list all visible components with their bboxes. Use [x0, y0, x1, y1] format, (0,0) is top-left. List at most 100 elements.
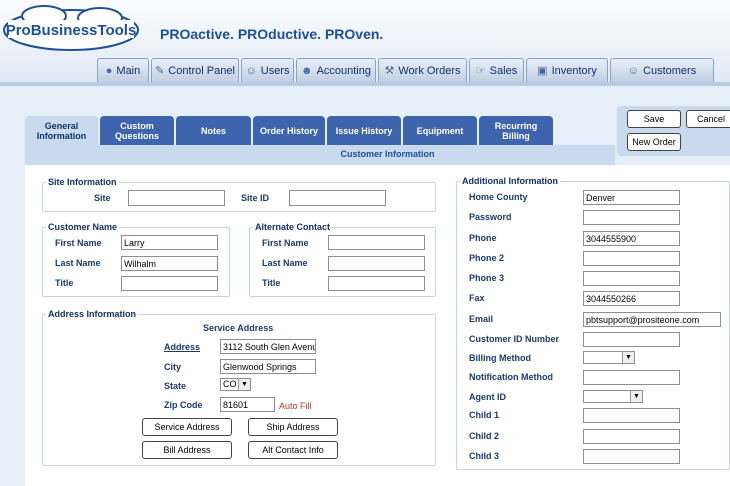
city-label: City: [164, 362, 182, 372]
city-input[interactable]: Glenwood Springs: [220, 359, 316, 374]
title-label: Title: [55, 278, 74, 288]
billing-method-select[interactable]: ▼: [583, 351, 635, 364]
state-value: CO: [223, 379, 237, 389]
nav-label: Accounting: [316, 64, 371, 77]
nav-customers[interactable]: ☺ Customers: [610, 58, 714, 82]
home-county-label: Home County: [469, 192, 528, 202]
logo-text: ProBusinessTools: [6, 22, 137, 39]
customer-name-legend: Customer Name: [46, 222, 120, 232]
child2-label: Child 2: [469, 431, 500, 441]
site-id-input[interactable]: [289, 190, 386, 206]
state-label: State: [164, 381, 187, 391]
alt-last-name-input[interactable]: [328, 256, 425, 271]
site-info-legend: Site Information: [46, 177, 119, 187]
box-icon: ▣: [537, 65, 548, 77]
nav-label: Customers: [643, 64, 697, 77]
service-address-button[interactable]: Service Address: [142, 418, 232, 436]
address-input[interactable]: 3112 South Glen Avenu: [220, 339, 316, 354]
notification-method-input[interactable]: [583, 370, 680, 385]
hand-icon: ☞: [475, 65, 486, 77]
pencil-icon: ✎: [155, 65, 165, 77]
agent-id-select[interactable]: ▼: [583, 390, 643, 403]
main-nav: ● Main ✎ Control Panel ☺ Users ☻ Accounting …: [97, 58, 714, 83]
title-input[interactable]: [121, 276, 218, 291]
notification-method-label: Notification Method: [469, 372, 553, 382]
zip-label: Zip Code: [164, 400, 203, 410]
service-address-title: Service Address: [203, 323, 274, 333]
nav-work-orders[interactable]: ⚒ Work Orders: [378, 58, 467, 82]
zip-input[interactable]: 81601: [220, 397, 275, 412]
nav-label: Control Panel: [168, 64, 235, 77]
alt-title-input[interactable]: [328, 276, 425, 291]
auto-fill-link[interactable]: Auto Fill: [279, 401, 312, 411]
additional-info-legend: Additional Information: [460, 176, 560, 186]
chevron-down-icon: ▼: [630, 391, 642, 402]
billing-method-label: Billing Method: [469, 353, 531, 363]
tagline: PROactive. PROductive. PROven.: [160, 26, 384, 42]
tab-general-information[interactable]: General Information: [25, 116, 98, 145]
bill-address-button[interactable]: Bill Address: [142, 441, 232, 459]
email-label: Email: [469, 314, 494, 324]
tab-notes[interactable]: Notes: [176, 116, 251, 145]
last-name-input[interactable]: Wilhalm: [121, 256, 218, 271]
fax-label: Fax: [469, 293, 485, 303]
first-name-label: First Name: [55, 238, 102, 248]
tab-equipment[interactable]: Equipment: [403, 116, 477, 145]
first-name-input[interactable]: Larry: [121, 235, 218, 250]
address-link[interactable]: Address: [164, 342, 200, 352]
email-input[interactable]: pbtsupport@prositeone.com: [583, 312, 721, 327]
phone2-label: Phone 2: [469, 253, 505, 263]
alt-last-name-label: Last Name: [262, 258, 308, 268]
phone3-label: Phone 3: [469, 273, 505, 283]
ship-address-button[interactable]: Ship Address: [248, 418, 338, 436]
alt-first-name-input[interactable]: [328, 235, 425, 250]
phone3-input[interactable]: [583, 271, 680, 286]
person-icon: ☻: [300, 64, 313, 77]
nav-sales[interactable]: ☞ Sales: [469, 58, 524, 82]
wrench-icon: ⚒: [384, 65, 395, 77]
globe-icon: ●: [105, 64, 113, 77]
nav-label: Inventory: [551, 64, 597, 77]
nav-inventory[interactable]: ▣ Inventory: [526, 58, 608, 82]
alt-title-label: Title: [262, 278, 281, 288]
child1-input[interactable]: [583, 408, 680, 423]
state-select[interactable]: CO ▼: [220, 378, 251, 391]
child3-label: Child 3: [469, 451, 500, 461]
chevron-down-icon: ▼: [622, 352, 634, 363]
phone2-input[interactable]: [583, 251, 680, 266]
nav-accounting[interactable]: ☻ Accounting: [296, 58, 376, 82]
child1-label: Child 1: [469, 410, 500, 420]
nav-label: Main: [116, 64, 141, 77]
agent-id-label: Agent ID: [469, 392, 506, 402]
nav-label: Sales: [489, 64, 518, 77]
address-info-legend: Address Information: [46, 309, 139, 319]
tab-order-history[interactable]: Order History: [253, 116, 325, 145]
site-input[interactable]: [128, 190, 225, 206]
customer-id-input[interactable]: [583, 332, 680, 347]
tab-custom-questions[interactable]: Custom Questions: [100, 116, 174, 145]
tab-recurring-billing[interactable]: Recurring Billing: [479, 116, 553, 145]
phone-input[interactable]: 3044555900: [583, 231, 680, 246]
alt-first-name-label: First Name: [262, 238, 309, 248]
alt-contact-info-button[interactable]: Alt Contact Info: [248, 441, 338, 459]
tab-issue-history[interactable]: Issue History: [327, 116, 401, 145]
customers-icon: ☺: [627, 64, 640, 77]
fax-input[interactable]: 3044550266: [583, 291, 680, 306]
nav-control-panel[interactable]: ✎ Control Panel: [151, 58, 239, 82]
nav-users[interactable]: ☺ Users: [241, 58, 294, 82]
phone-label: Phone: [469, 233, 497, 243]
child2-input[interactable]: [583, 429, 680, 444]
site-id-label: Site ID: [241, 193, 270, 203]
last-name-label: Last Name: [55, 258, 101, 268]
nav-label: Users: [260, 64, 290, 77]
password-label: Password: [469, 212, 512, 222]
child3-input[interactable]: [583, 449, 680, 464]
alternate-contact-legend: Alternate Contact: [253, 222, 333, 232]
chevron-down-icon: ▼: [238, 379, 250, 390]
cancel-button[interactable]: Cancel: [686, 110, 730, 128]
home-county-input[interactable]: Denver: [583, 190, 680, 205]
password-input[interactable]: [583, 210, 680, 225]
nav-main[interactable]: ● Main: [97, 58, 149, 82]
customer-id-label: Customer ID Number: [469, 334, 560, 344]
save-button[interactable]: Save: [627, 110, 681, 128]
